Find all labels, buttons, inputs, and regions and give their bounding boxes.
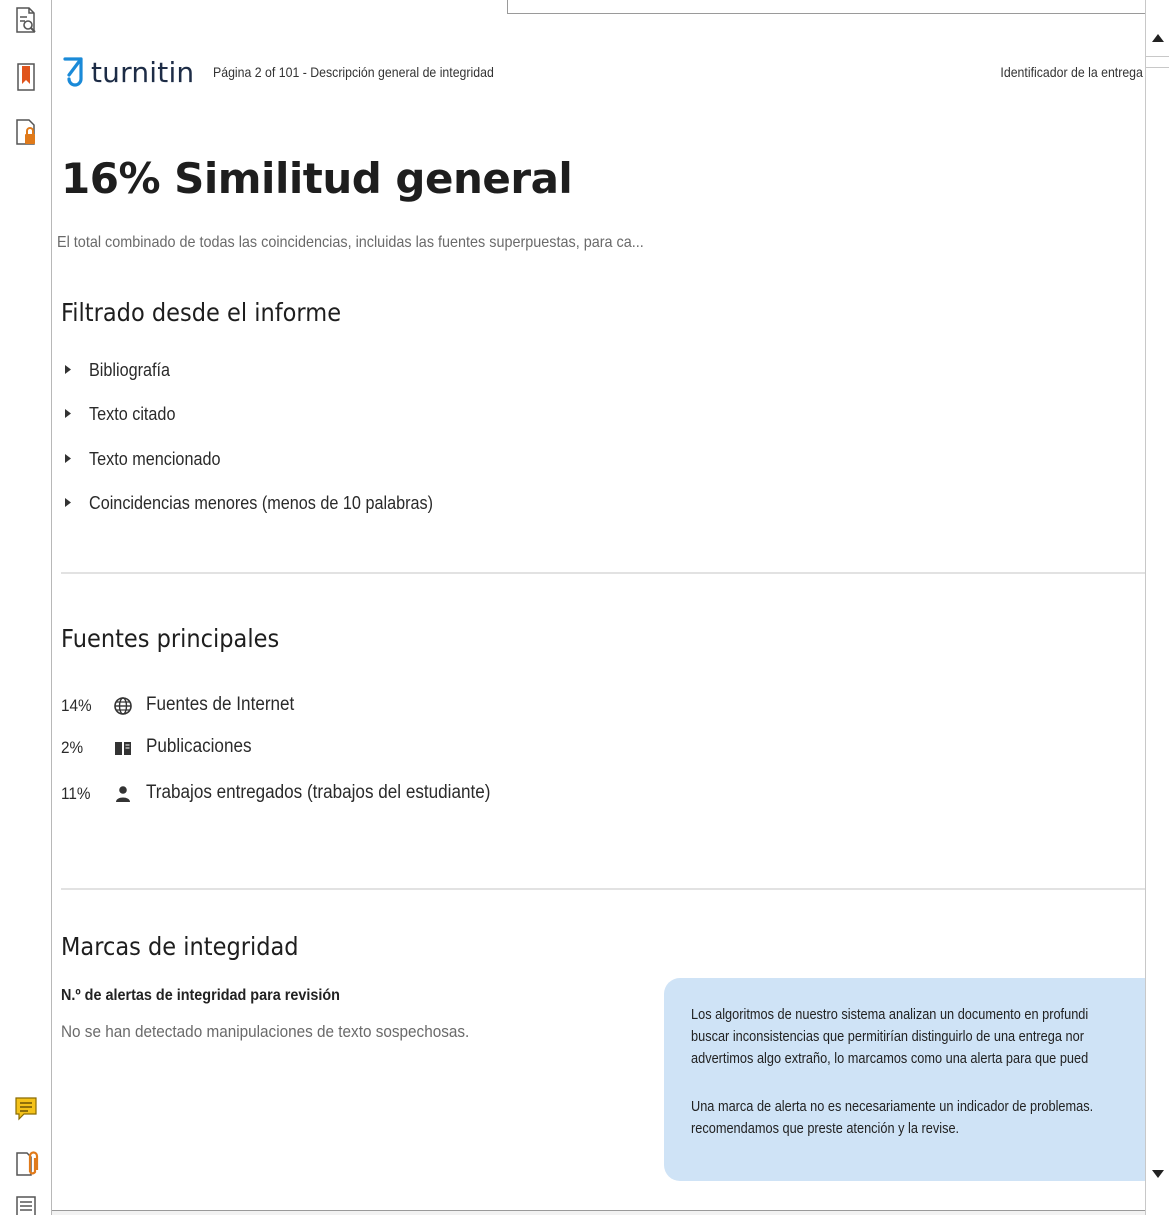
page-info: Página 2 of 101 - Descripción general de… [213, 64, 494, 80]
comment-icon[interactable] [13, 1094, 39, 1124]
globe-icon [113, 696, 133, 716]
caret-right-icon [65, 454, 75, 463]
info-paragraph-2: Una marca de alerta no es necesariamente… [691, 1096, 1093, 1140]
scroll-down-arrow-icon[interactable] [1150, 1166, 1166, 1182]
list-item: Coincidencias menores (menos de 10 palab… [61, 493, 471, 537]
info-line: recomendamos que preste atención y la re… [691, 1121, 960, 1137]
turnitin-logo-icon [63, 57, 83, 87]
source-label: Fuentes de Internet [146, 694, 295, 715]
lock-document-icon[interactable] [13, 118, 39, 148]
list-item: Texto mencionado [61, 449, 471, 493]
section-divider [61, 572, 1145, 574]
info-paragraph-1: Los algoritmos de nuestro sistema analiz… [691, 1004, 1088, 1070]
source-percent: 11% [61, 784, 91, 803]
filtered-heading: Filtrado desde el informe [61, 298, 342, 327]
similarity-subtitle: El total combinado de todas las coincide… [57, 234, 644, 251]
sources-heading: Fuentes principales [61, 624, 280, 653]
caret-right-icon [65, 409, 75, 418]
book-icon [113, 738, 133, 758]
filtered-item-label: Bibliografía [89, 360, 171, 380]
turnitin-logo: turnitin [61, 52, 194, 92]
toolbar-edge [52, 0, 1149, 14]
scrollbar-thumb[interactable] [1146, 56, 1169, 68]
source-label: Trabajos entregados (trabajos del estudi… [146, 782, 491, 803]
caret-right-icon [65, 365, 75, 374]
bookmark-icon[interactable] [13, 62, 39, 92]
info-line: Los algoritmos de nuestro sistema analiz… [691, 1007, 1089, 1023]
document-page: turnitin Página 2 of 101 - Descripción g… [53, 14, 1145, 1210]
layers-list-icon[interactable] [13, 1194, 39, 1215]
page-thumbnails-icon[interactable] [13, 6, 39, 36]
filtered-item-label: Texto citado [89, 404, 176, 424]
integrity-heading: Marcas de integridad [61, 932, 299, 961]
source-label: Publicaciones [146, 736, 252, 757]
integrity-info-box: Los algoritmos de nuestro sistema analiz… [664, 978, 1145, 1181]
list-item: Bibliografía [61, 360, 471, 404]
list-item: Texto citado [61, 404, 471, 449]
toolbar-ledge [507, 0, 1149, 14]
scroll-up-arrow-icon[interactable] [1150, 30, 1166, 46]
caret-right-icon [65, 498, 75, 507]
info-line: Una marca de alerta no es necesariamente… [691, 1099, 1094, 1115]
info-line: advertimos algo extraño, lo marcamos com… [691, 1051, 1089, 1067]
filtered-item-label: Texto mencionado [89, 449, 221, 469]
source-percent: 2% [61, 738, 84, 757]
similarity-title: 16% Similitud general [61, 154, 573, 203]
left-tool-sidebar [0, 0, 52, 1215]
info-line: buscar inconsistencias que permitirían d… [691, 1029, 1084, 1045]
submission-id-label: Identificador de la entrega [1000, 64, 1143, 80]
source-percent: 14% [61, 696, 92, 715]
attachment-icon[interactable] [13, 1148, 39, 1178]
filtered-list: Bibliografía Texto citado Texto menciona… [61, 360, 471, 537]
filtered-item-label: Coincidencias menores (menos de 10 palab… [89, 493, 433, 513]
alerts-heading: N.º de alertas de integridad para revisi… [61, 987, 340, 1004]
person-icon [113, 784, 133, 804]
vertical-scrollbar[interactable] [1145, 0, 1169, 1215]
alerts-status: No se han detectado manipulaciones de te… [61, 1022, 470, 1041]
logo-text: turnitin [91, 55, 195, 89]
section-divider [61, 888, 1145, 890]
page-header: turnitin Página 2 of 101 - Descripción g… [53, 52, 1145, 102]
horizontal-scrollbar[interactable] [52, 1210, 1145, 1215]
